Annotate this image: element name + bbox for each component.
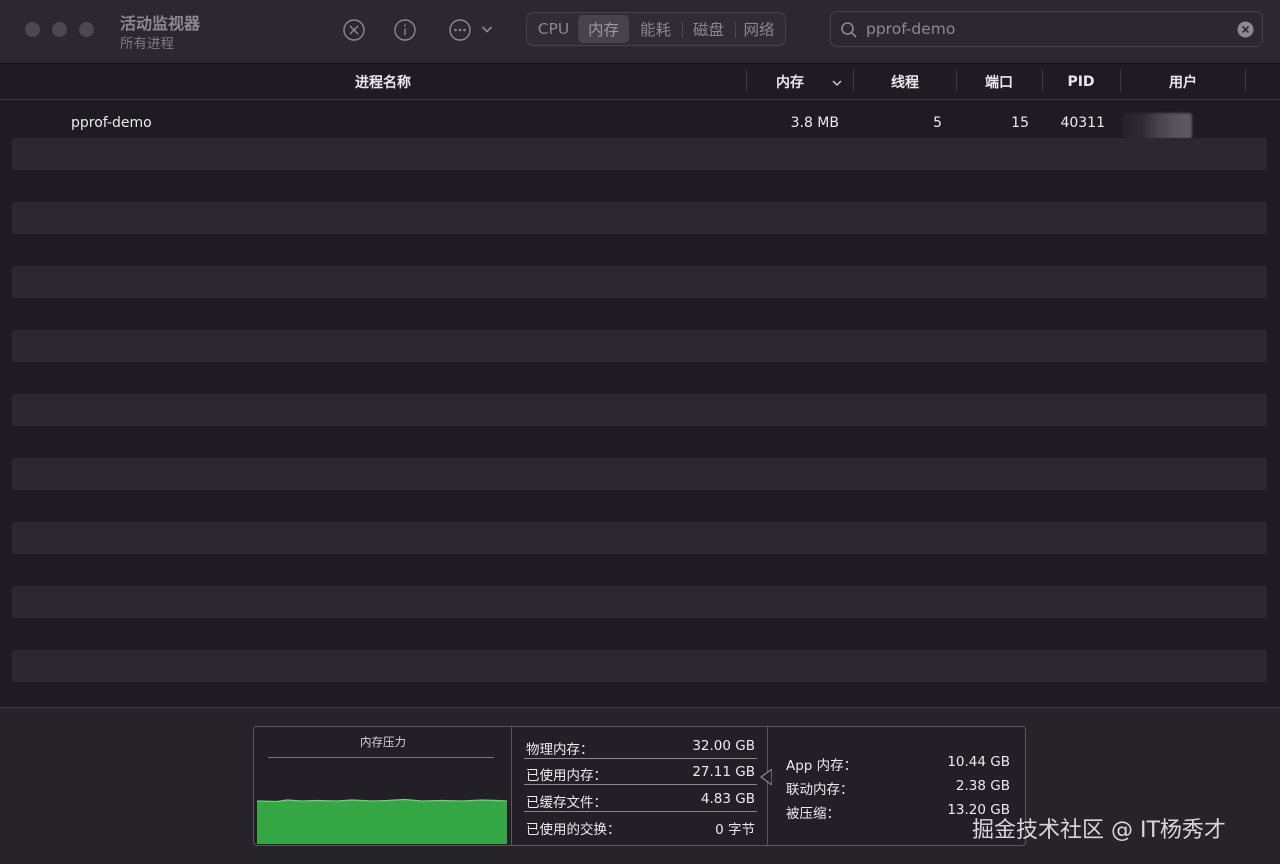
- search-input[interactable]: [866, 17, 1226, 41]
- disclosure-arrow-icon: [760, 769, 772, 785]
- memory-usage-section: 物理内存： 32.00 GB 已使用内存： 27.11 GB 已缓存文件： 4.…: [512, 727, 768, 845]
- search-field[interactable]: [830, 11, 1263, 47]
- memory-pressure-graph: [257, 797, 507, 844]
- window-subtitle: 所有进程: [120, 36, 174, 52]
- memory-stats-box: 内存压力 物理内存： 32.00 GB 已使用内存： 27.11 GB 已缓存文…: [253, 726, 1026, 846]
- info-icon[interactable]: [393, 18, 417, 42]
- toolbar: 活动监视器 所有进程 CPU 内存 能耗 磁盘 网络: [0, 0, 1280, 64]
- watermark: 掘金技术社区 @ IT杨秀才: [972, 818, 1226, 843]
- process-user-redacted: [1122, 113, 1192, 139]
- memory-pressure-title: 内存压力: [360, 735, 406, 749]
- stat-wired-memory: 联动内存： 2.38 GB: [786, 778, 1010, 798]
- tab-network[interactable]: 网络: [735, 15, 783, 43]
- clear-search-icon[interactable]: [1237, 21, 1254, 38]
- column-header-ports[interactable]: 端口: [956, 64, 1042, 100]
- table-header: 进程名称 内存 线程 端口 PID 用户: [0, 64, 1280, 100]
- empty-row: [12, 650, 1267, 682]
- empty-row: [12, 458, 1267, 490]
- empty-row: [12, 586, 1267, 618]
- stat-cached-files: 已缓存文件： 4.83 GB: [524, 786, 757, 812]
- process-table: pprof-demo 3.8 MB 5 15 40311: [0, 101, 1280, 707]
- column-header-memory[interactable]: 内存: [746, 64, 834, 100]
- empty-row: [12, 266, 1267, 298]
- empty-row: [12, 394, 1267, 426]
- process-pid: 40311: [1060, 115, 1105, 131]
- column-header-pid[interactable]: PID: [1042, 64, 1120, 100]
- column-header-user[interactable]: 用户: [1120, 64, 1246, 100]
- empty-row: [12, 202, 1267, 234]
- tab-disk[interactable]: 磁盘: [682, 15, 735, 43]
- stat-used-memory: 已使用内存： 27.11 GB: [524, 759, 757, 785]
- empty-row: [12, 330, 1267, 362]
- process-threads: 5: [933, 115, 942, 131]
- tab-energy[interactable]: 能耗: [629, 15, 682, 43]
- minimize-window-button[interactable]: [52, 22, 67, 37]
- view-tabs: CPU 内存 能耗 磁盘 网络: [526, 12, 786, 46]
- stat-app-memory: App 内存： 10.44 GB: [786, 754, 1010, 774]
- tab-memory[interactable]: 内存: [578, 15, 629, 43]
- memory-pressure-section: 内存压力: [254, 727, 512, 845]
- table-row[interactable]: pprof-demo 3.8 MB 5 15 40311: [0, 107, 1280, 139]
- close-window-button[interactable]: [25, 22, 40, 37]
- chevron-down-icon[interactable]: [480, 22, 494, 36]
- sort-descending-icon[interactable]: [831, 77, 843, 89]
- tab-cpu[interactable]: CPU: [529, 15, 578, 43]
- stat-physical-memory: 物理内存： 32.00 GB: [524, 733, 757, 759]
- stat-swap-used: 已使用的交换： 0 字节: [526, 822, 755, 838]
- zoom-window-button[interactable]: [79, 22, 94, 37]
- stop-process-icon[interactable]: [342, 18, 366, 42]
- more-actions-icon[interactable]: [448, 18, 472, 42]
- process-ports: 15: [1011, 115, 1029, 131]
- empty-row: [12, 522, 1267, 554]
- window-title: 活动监视器: [120, 14, 201, 33]
- column-header-name[interactable]: 进程名称: [0, 64, 766, 100]
- process-name: pprof-demo: [71, 115, 152, 131]
- process-memory: 3.8 MB: [790, 115, 839, 131]
- column-header-threads[interactable]: 线程: [853, 64, 957, 100]
- search-icon: [840, 21, 858, 39]
- empty-row: [12, 138, 1267, 170]
